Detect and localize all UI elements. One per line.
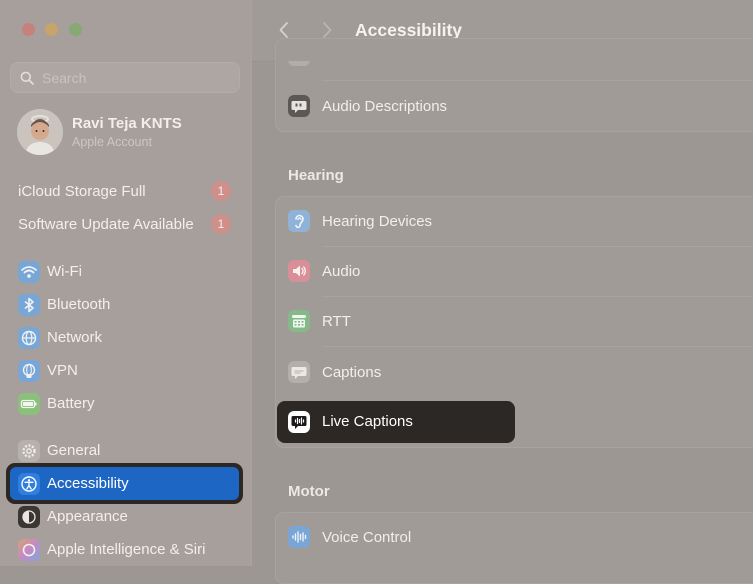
sidebar-item-label: Wi-Fi [47, 263, 82, 280]
notification-badge: 1 [211, 181, 231, 201]
sidebar-item-label: Appearance [47, 508, 128, 525]
back-chevron-icon[interactable] [278, 20, 290, 40]
vpn-globe-icon [18, 360, 40, 382]
sidebar-item-bluetooth[interactable]: Bluetooth [18, 293, 238, 319]
speaker-icon [288, 260, 310, 282]
sidebar-item-label: Bluetooth [47, 296, 111, 313]
section-header-motor: Motor [288, 483, 330, 500]
appearance-icon [18, 506, 40, 528]
voice-control-icon [288, 526, 310, 548]
battery-icon [18, 393, 40, 415]
row-captions[interactable]: Captions [322, 364, 381, 381]
profile-subtitle: Apple Account [72, 135, 152, 149]
selection-highlight: Accessibility [10, 467, 239, 500]
row-label: Live Captions [322, 413, 413, 430]
row-rtt[interactable]: RTT [322, 313, 351, 330]
sidebar-item-label: General [47, 442, 101, 459]
avatar [17, 109, 63, 155]
globe-icon [18, 327, 40, 349]
sidebar-item-accessibility[interactable]: Accessibility [6, 463, 243, 504]
live-captions-icon [288, 411, 310, 433]
section-header-hearing: Hearing [288, 167, 344, 184]
search-icon [20, 71, 34, 85]
sidebar-item-general[interactable]: General [18, 439, 238, 465]
divider [322, 80, 753, 81]
forward-chevron-icon[interactable] [321, 20, 333, 40]
audio-descriptions-icon [288, 95, 310, 117]
zoom-window-button[interactable] [69, 23, 82, 36]
ear-icon [288, 210, 310, 232]
bluetooth-icon [18, 294, 40, 316]
divider [322, 246, 753, 247]
close-window-button[interactable] [22, 23, 35, 36]
row-audio[interactable]: Audio [322, 263, 360, 280]
notification-badge: 1 [211, 214, 231, 234]
profile-account[interactable]: Ravi Teja KNTS Apple Account [17, 109, 242, 157]
siri-icon [18, 539, 40, 561]
vision-group-card [275, 38, 753, 132]
notice-icloud-storage[interactable]: iCloud Storage Full [18, 183, 146, 200]
accessibility-icon [18, 473, 40, 495]
sidebar-item-label: Battery [47, 395, 95, 412]
divider [322, 296, 753, 297]
sidebar-item-label: VPN [47, 362, 78, 379]
divider [322, 346, 753, 347]
sidebar-item-vpn[interactable]: VPN [18, 359, 238, 385]
row-audio-descriptions[interactable]: Audio Descriptions [322, 98, 447, 115]
search-placeholder: Search [42, 70, 87, 86]
captions-icon [288, 361, 310, 383]
sidebar-item-appearance[interactable]: Appearance [18, 505, 238, 531]
rtt-phone-icon [288, 310, 310, 332]
wifi-icon [18, 261, 40, 283]
row-voice-control[interactable]: Voice Control [322, 529, 411, 546]
row-live-captions[interactable]: Live Captions [277, 401, 515, 443]
sidebar-item-label: Apple Intelligence & Siri [47, 541, 206, 558]
sidebar-item-wifi[interactable]: Wi-Fi [18, 260, 238, 286]
sidebar-item-label: Network [47, 329, 103, 346]
sidebar: Search Ravi Teja KNTS Apple Account iClo… [0, 0, 252, 566]
minimize-window-button[interactable] [45, 23, 58, 36]
sidebar-item-label: Accessibility [47, 475, 129, 492]
profile-name: Ravi Teja KNTS [72, 115, 182, 132]
row-hearing-devices[interactable]: Hearing Devices [322, 213, 432, 230]
sidebar-item-battery[interactable]: Battery [18, 392, 238, 418]
sidebar-item-apple-intelligence-siri[interactable]: Apple Intelligence & Siri [18, 538, 238, 564]
search-input[interactable]: Search [10, 62, 240, 93]
notice-software-update[interactable]: Software Update Available [18, 216, 194, 233]
gear-icon [18, 440, 40, 462]
motor-group-card [275, 512, 753, 584]
sidebar-item-network[interactable]: Network [18, 326, 238, 352]
